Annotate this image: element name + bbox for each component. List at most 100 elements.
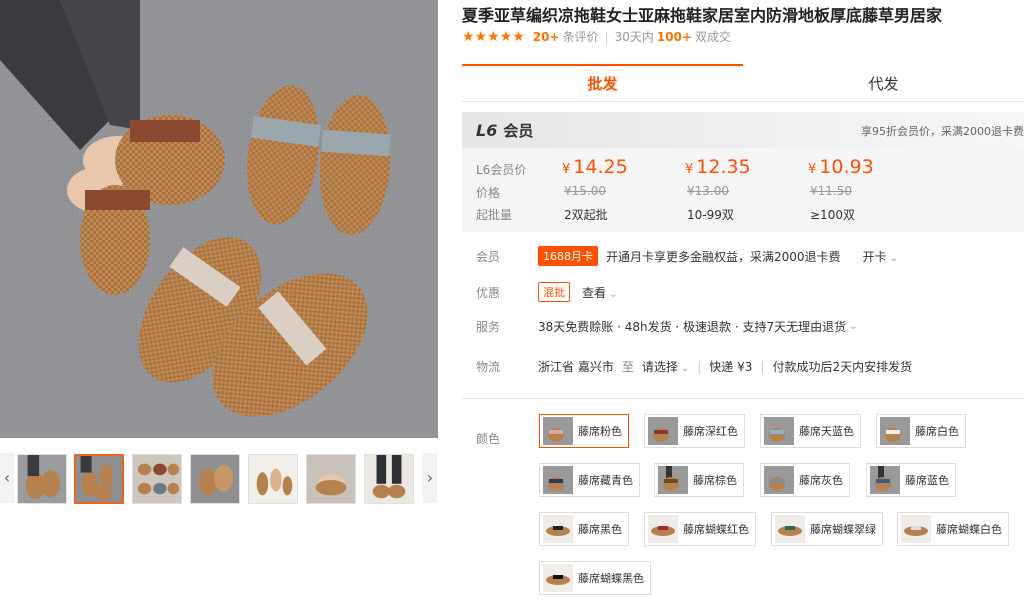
color-swatch (543, 564, 573, 592)
logistics-label: 物流 (476, 360, 501, 374)
member-label: 会员 (503, 121, 534, 140)
color-option[interactable]: 藤席粉色 (539, 414, 629, 448)
color-option[interactable]: 藤席蝴蝶红色 (644, 512, 756, 546)
price-box: L6 会员 享95折会员价，采满2000退卡费 L6会员价 ¥14.25 ¥12… (462, 112, 1024, 232)
moq-value: 2双起批 (564, 208, 608, 222)
membership-label: 会员 (476, 249, 501, 264)
thumbnail[interactable] (132, 454, 182, 504)
color-swatch (648, 417, 678, 445)
thumbnail[interactable] (248, 454, 298, 504)
color-option[interactable]: 藤席棕色 (654, 463, 744, 497)
member-price: ¥14.25 (562, 156, 628, 178)
moq-value: 10-99双 (687, 208, 734, 222)
section-divider (462, 398, 1024, 399)
purchase-mode-tabs: 批发 代发 (462, 64, 1024, 102)
member-level: L6 (476, 120, 498, 140)
thumbnail[interactable] (306, 454, 356, 504)
chevron-down-icon: ⌄ (609, 288, 618, 300)
open-card-link[interactable]: 开卡 ⌄ (863, 248, 898, 265)
color-swatch (543, 515, 573, 543)
thumbnail[interactable] (74, 454, 124, 504)
view-discount-link[interactable]: 查看 ⌄ (582, 284, 617, 301)
chevron-down-icon[interactable]: ⌄ (849, 321, 857, 332)
color-option-label: 藤席蓝色 (905, 474, 949, 487)
divider: | (697, 359, 702, 374)
member-price-label: L6会员价 (476, 163, 527, 177)
review-count[interactable]: 20+ (533, 30, 560, 44)
color-option[interactable]: 藤席蝴蝶白色 (897, 512, 1009, 546)
deals-label: 双成交 (694, 30, 731, 44)
color-swatch (543, 466, 573, 494)
member-price: ¥10.93 (808, 156, 874, 178)
thumbnail-strip: ‹ › (0, 450, 438, 506)
color-swatch (764, 417, 794, 445)
color-option-label: 藤席蝴蝶翠绿 (810, 523, 876, 536)
membership-row: 会员 1688月卡 开通月卡享更多金融权益，采满2000退卡费 开卡 ⌄ (476, 246, 898, 266)
member-price-row: L6会员价 ¥14.25 ¥12.35 ¥10.93 (476, 156, 1016, 180)
to-label: 至 (621, 360, 634, 374)
open-card-label: 开卡 (862, 249, 887, 264)
color-option[interactable]: 藤席蝴蝶黑色 (539, 561, 651, 595)
color-option[interactable]: 藤席蓝色 (866, 463, 956, 497)
currency-symbol: ¥ (685, 162, 694, 177)
color-swatch (901, 515, 931, 543)
thumbnail[interactable] (364, 454, 414, 504)
view-label: 查看 (582, 285, 607, 300)
color-option-label: 藤席黑色 (578, 523, 622, 536)
ship-origin: 浙江省 嘉兴市 (538, 360, 614, 374)
discount-label: 优惠 (476, 285, 501, 300)
color-swatch (543, 417, 573, 445)
dispatch-time: 付款成功后2天内安排发货 (772, 360, 913, 374)
moq-label: 起批量 (476, 208, 513, 222)
rating-row: ★★★★★ 20+ 条评价 | 30天内 100+ 双成交 (462, 28, 731, 45)
color-option-label: 藤席蝴蝶黑色 (578, 572, 644, 585)
color-option-label: 藤席棕色 (693, 474, 737, 487)
member-header: L6 会员 享95折会员价，采满2000退卡费 (462, 112, 1024, 148)
member-price-value: 10.93 (819, 156, 874, 178)
monthly-card-badge: 1688月卡 (538, 246, 598, 266)
color-label: 颜色 (476, 432, 501, 446)
deals-prefix: 30天内 (614, 30, 654, 44)
currency-symbol: ¥ (808, 162, 817, 177)
destination-select[interactable]: 请选择 ⌄ (642, 358, 689, 375)
thumbnail-next-icon[interactable]: › (423, 453, 437, 503)
moq-value: ≥100双 (810, 208, 855, 222)
color-option-label: 藤席蝴蝶红色 (683, 523, 749, 536)
color-option[interactable]: 藤席灰色 (760, 463, 850, 497)
membership-text: 开通月卡享更多金融权益，采满2000退卡费 (606, 249, 841, 264)
color-swatch (775, 515, 805, 543)
thumbnail[interactable] (190, 454, 240, 504)
tab-wholesale[interactable]: 批发 (462, 64, 743, 101)
color-option-label: 藤席藏青色 (578, 474, 633, 487)
chevron-down-icon: ⌄ (680, 363, 690, 374)
color-option-label: 藤席白色 (915, 425, 959, 438)
thumbnail-prev-icon[interactable]: ‹ (0, 453, 14, 503)
chevron-down-icon: ⌄ (889, 252, 898, 264)
tab-dropship[interactable]: 代发 (743, 64, 1024, 101)
color-option[interactable]: 藤席深红色 (644, 414, 745, 448)
star-rating-icon: ★★★★★ (462, 28, 525, 45)
original-price: ¥13.00 (687, 184, 729, 198)
destination-value: 请选择 (641, 360, 678, 374)
shipping-fee: 快递 ¥3 (709, 360, 753, 374)
color-option[interactable]: 藤席天蓝色 (760, 414, 861, 448)
member-price-value: 14.25 (573, 156, 628, 178)
color-option[interactable]: 藤席黑色 (539, 512, 629, 546)
color-option-label: 藤席蝴蝶白色 (936, 523, 1002, 536)
thumbnail[interactable] (17, 454, 67, 504)
service-row: 服务 38天免费赊账 · 48h发货 · 极速退款 · 支持7天无理由退货 ⌄ (476, 318, 858, 335)
color-swatch (658, 466, 688, 494)
member-price: ¥12.35 (685, 156, 751, 178)
moq-row: 起批量 2双起批 10-99双 ≥100双 (476, 206, 1016, 224)
logistics-row: 物流 浙江省 嘉兴市 至 请选择 ⌄ | 快递 ¥3 | 付款成功后2天内安排发货 (476, 358, 912, 375)
review-label[interactable]: 条评价 (563, 28, 599, 45)
color-option-label: 藤席粉色 (578, 425, 622, 438)
service-text[interactable]: 38天免费赊账 · 48h发货 · 极速退款 · 支持7天无理由退货 (538, 318, 846, 335)
original-price: ¥15.00 (564, 184, 606, 198)
color-option[interactable]: 藤席藏青色 (539, 463, 640, 497)
color-option[interactable]: 藤席蝴蝶翠绿 (771, 512, 883, 546)
color-swatch (648, 515, 678, 543)
divider: | (604, 29, 609, 44)
service-label: 服务 (476, 320, 501, 334)
color-option[interactable]: 藤席白色 (876, 414, 966, 448)
